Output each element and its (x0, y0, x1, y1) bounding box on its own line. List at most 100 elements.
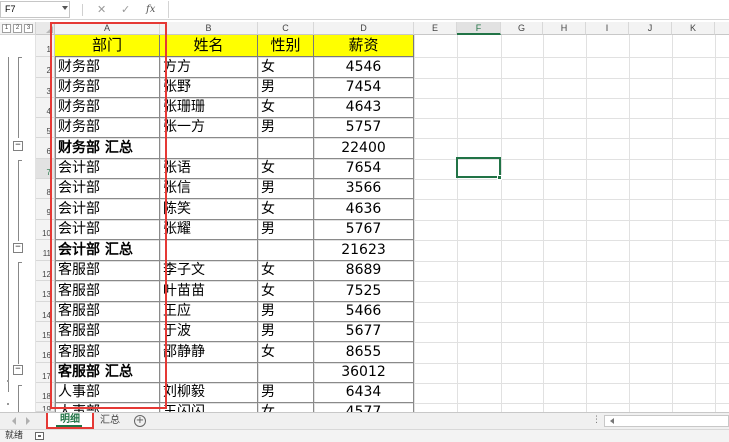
cell-subtotal-label[interactable]: 会计部 汇总 (55, 240, 160, 261)
row-header[interactable]: 18 (36, 383, 55, 403)
cell-salary[interactable]: 4546 (314, 57, 414, 78)
column-header-f[interactable]: F (457, 22, 501, 35)
cell-gender[interactable]: 女 (258, 199, 314, 220)
cell-salary[interactable]: 5677 (314, 322, 414, 342)
outline-collapse-button[interactable]: − (13, 141, 23, 151)
cell-department[interactable]: 财务部 (55, 118, 160, 138)
cell-name[interactable]: 叶苗苗 (160, 281, 258, 302)
row-header[interactable]: 19 (36, 403, 55, 412)
worksheet-grid[interactable]: 部门 姓名 性别 薪资 财务部 方方 女 4546 财务部 张野 男 7454 … (55, 35, 729, 412)
row-header[interactable]: 2 (36, 57, 55, 78)
row-header[interactable]: 10 (36, 220, 55, 240)
row-header[interactable]: 8 (36, 179, 55, 199)
cell-salary[interactable]: 3566 (314, 179, 414, 199)
cell-gender[interactable]: 女 (258, 281, 314, 302)
cell-name[interactable]: 刘柳毅 (160, 383, 258, 403)
column-header-c[interactable]: C (258, 22, 314, 35)
cell-name[interactable] (160, 363, 258, 383)
cell-name[interactable]: 于波 (160, 322, 258, 342)
cell-department[interactable]: 客服部 (55, 261, 160, 281)
column-header-b[interactable]: B (160, 22, 258, 35)
cell-department[interactable]: 客服部 (55, 322, 160, 342)
outline-collapse-button[interactable]: − (13, 243, 23, 253)
header-cell-gender[interactable]: 性别 (258, 35, 314, 57)
row-header[interactable]: 4 (36, 98, 55, 118)
macro-recording-icon[interactable] (35, 432, 44, 440)
cell-name[interactable]: 邵静静 (160, 342, 258, 363)
outline-level-2-button[interactable]: 2 (13, 24, 22, 33)
cell-department[interactable]: 财务部 (55, 98, 160, 118)
cell-gender[interactable] (258, 363, 314, 383)
row-header[interactable]: 13 (36, 281, 55, 302)
column-header-a[interactable]: A (55, 22, 160, 35)
cell-department[interactable]: 人事部 (55, 403, 160, 412)
cell-department[interactable]: 人事部 (55, 383, 160, 403)
cell-salary[interactable]: 7454 (314, 78, 414, 98)
fill-handle[interactable] (497, 175, 502, 180)
cell-gender[interactable]: 女 (258, 261, 314, 281)
cell-department[interactable]: 财务部 (55, 57, 160, 78)
next-sheet-icon[interactable] (26, 417, 30, 425)
cell-name[interactable]: 李子文 (160, 261, 258, 281)
cell-name[interactable]: 张语 (160, 159, 258, 179)
cell-department[interactable]: 会计部 (55, 199, 160, 220)
row-header[interactable]: 11 (36, 240, 55, 261)
header-cell-salary[interactable]: 薪资 (314, 35, 414, 57)
cell-name[interactable]: 王应 (160, 302, 258, 322)
column-header-k[interactable]: K (672, 22, 715, 35)
cell-salary[interactable]: 7654 (314, 159, 414, 179)
cell-salary[interactable]: 6434 (314, 383, 414, 403)
cell-subtotal-salary[interactable]: 36012 (314, 363, 414, 383)
cell-subtotal-label[interactable]: 财务部 汇总 (55, 138, 160, 159)
row-header-active[interactable]: 7 (36, 159, 55, 179)
cell-gender[interactable] (258, 138, 314, 159)
cell-salary[interactable]: 5757 (314, 118, 414, 138)
cell-department[interactable]: 客服部 (55, 342, 160, 363)
add-sheet-button[interactable]: + (134, 415, 146, 427)
cell-name[interactable]: 陈笑 (160, 199, 258, 220)
scroll-left-icon[interactable] (610, 418, 614, 424)
sheet-tab-summary[interactable]: 汇总 (96, 414, 124, 429)
cell-department[interactable]: 财务部 (55, 78, 160, 98)
cell-gender[interactable]: 男 (258, 78, 314, 98)
prev-sheet-icon[interactable] (12, 417, 16, 425)
header-cell-department[interactable]: 部门 (55, 35, 160, 57)
cell-department[interactable]: 客服部 (55, 281, 160, 302)
cell-department[interactable]: 会计部 (55, 220, 160, 240)
row-header[interactable]: 14 (36, 302, 55, 322)
cell-subtotal-salary[interactable]: 21623 (314, 240, 414, 261)
cell-salary[interactable]: 4643 (314, 98, 414, 118)
cell-gender[interactable]: 男 (258, 302, 314, 322)
cell-gender[interactable]: 女 (258, 403, 314, 412)
column-header-j[interactable]: J (629, 22, 672, 35)
cell-gender[interactable]: 男 (258, 179, 314, 199)
cell-department[interactable]: 会计部 (55, 159, 160, 179)
cell-name[interactable]: 张耀 (160, 220, 258, 240)
outline-level-3-button[interactable]: 3 (24, 24, 33, 33)
row-header[interactable]: 1 (36, 35, 55, 57)
column-header-e[interactable]: E (414, 22, 457, 35)
cell-subtotal-salary[interactable]: 22400 (314, 138, 414, 159)
cell-name[interactable]: 方方 (160, 57, 258, 78)
horizontal-scrollbar[interactable] (604, 415, 729, 427)
cell-gender[interactable]: 男 (258, 383, 314, 403)
column-header-d[interactable]: D (314, 22, 414, 35)
enter-icon[interactable]: ✓ (121, 3, 130, 17)
name-box[interactable]: F7 (0, 1, 70, 18)
cell-gender[interactable]: 男 (258, 118, 314, 138)
cell-name[interactable] (160, 240, 258, 261)
row-header[interactable]: 12 (36, 261, 55, 281)
row-header[interactable]: 5 (36, 118, 55, 138)
row-header[interactable]: 3 (36, 78, 55, 98)
cell-department[interactable]: 客服部 (55, 302, 160, 322)
row-header[interactable]: 17 (36, 363, 55, 383)
cell-name[interactable]: 张一方 (160, 118, 258, 138)
insert-function-icon[interactable]: fx (146, 3, 155, 17)
outline-collapse-button[interactable]: − (13, 365, 23, 375)
cell-gender[interactable]: 女 (258, 57, 314, 78)
column-header-g[interactable]: G (501, 22, 543, 35)
column-header-i[interactable]: I (586, 22, 629, 35)
outline-level-1-button[interactable]: 1 (2, 24, 11, 33)
cell-salary[interactable]: 7525 (314, 281, 414, 302)
cell-name[interactable] (160, 138, 258, 159)
